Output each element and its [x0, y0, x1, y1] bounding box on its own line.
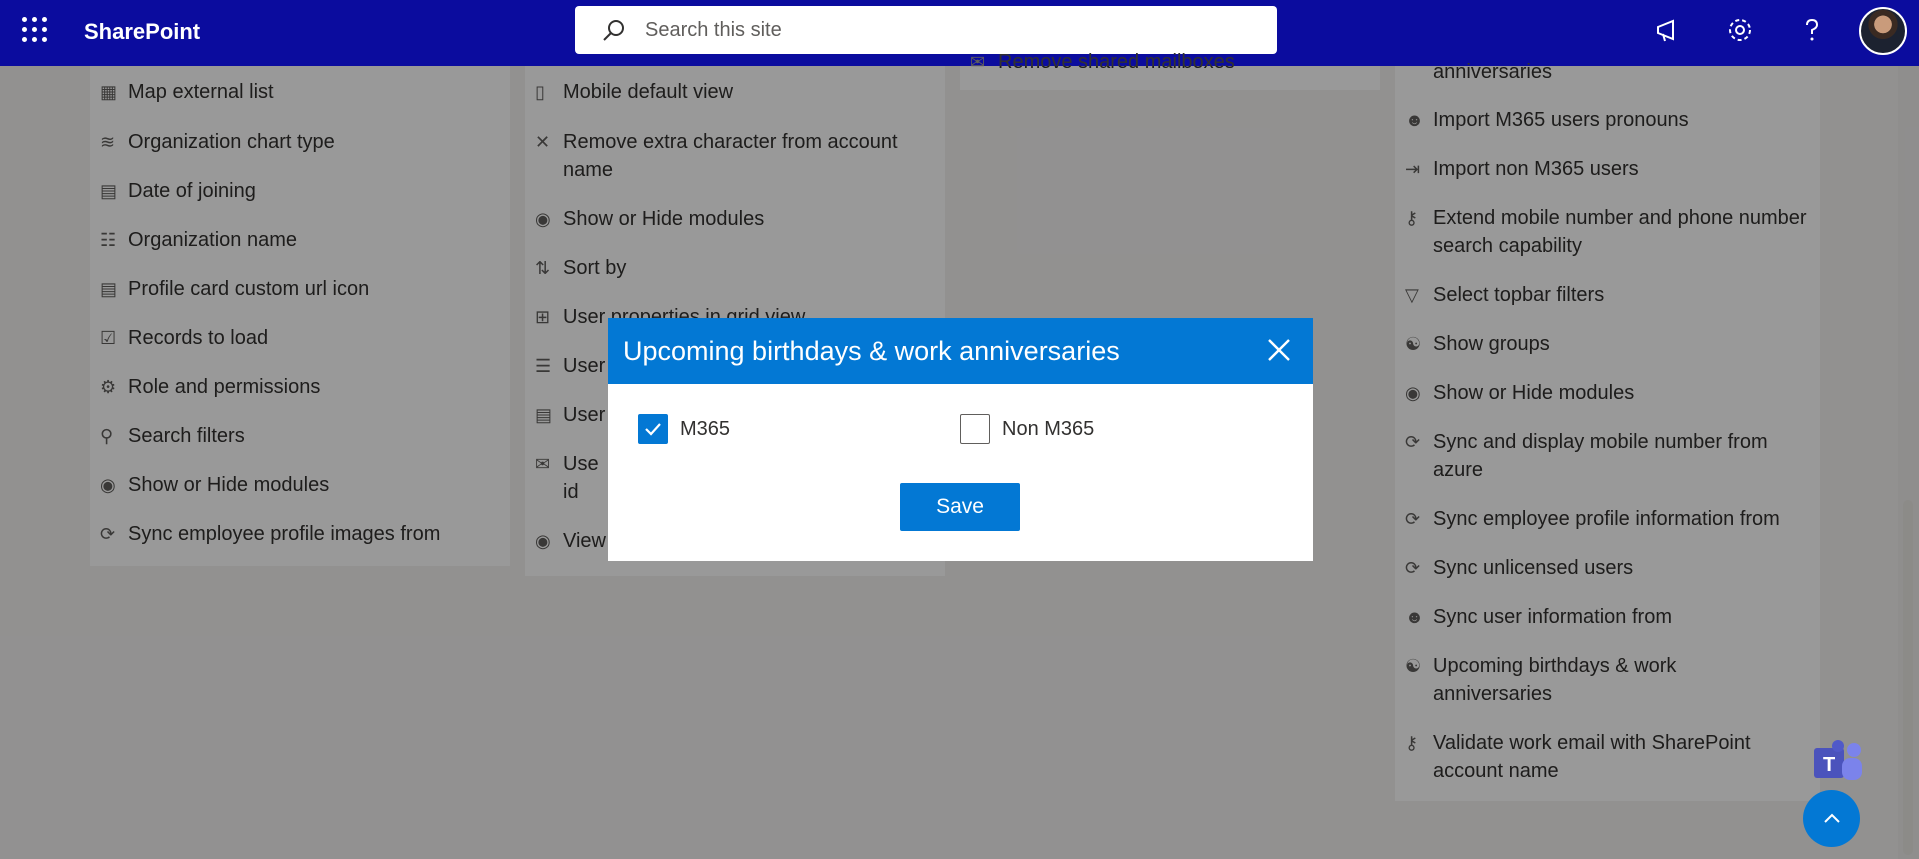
top-bar: SharePoint — [0, 0, 1919, 66]
m365-checkbox[interactable] — [638, 414, 668, 444]
m365-label: M365 — [680, 417, 731, 440]
search-icon — [603, 20, 624, 41]
app-launcher-icon[interactable] — [22, 17, 48, 43]
dialog-header: Upcoming birthdays & work anniversaries — [608, 318, 1313, 384]
option-non-m365[interactable]: Non M365 — [960, 414, 1094, 444]
close-icon[interactable] — [1263, 334, 1295, 366]
search-box[interactable] — [575, 6, 1277, 54]
megaphone-icon[interactable] — [1653, 15, 1683, 45]
avatar[interactable] — [1859, 7, 1907, 55]
non-m365-label: Non M365 — [1002, 417, 1095, 440]
scrollbar-thumb[interactable] — [1903, 500, 1913, 855]
save-button[interactable]: Save — [900, 483, 1020, 531]
check-icon — [645, 423, 661, 436]
dialog-title: Upcoming birthdays & work anniversaries — [623, 335, 1120, 366]
option-m365[interactable]: M365 — [638, 414, 730, 444]
chevron-up-icon — [1823, 813, 1840, 823]
help-icon[interactable] — [1797, 15, 1827, 45]
settings-dialog: Upcoming birthdays & work anniversaries … — [608, 318, 1313, 561]
brand-name[interactable]: SharePoint — [84, 19, 200, 45]
scroll-to-top-button[interactable] — [1803, 790, 1860, 847]
teams-icon[interactable]: T — [1812, 738, 1866, 788]
search-input[interactable] — [645, 18, 1245, 42]
gear-icon[interactable] — [1725, 15, 1755, 45]
svg-text:T: T — [1823, 754, 1835, 776]
non-m365-checkbox[interactable] — [960, 414, 990, 444]
